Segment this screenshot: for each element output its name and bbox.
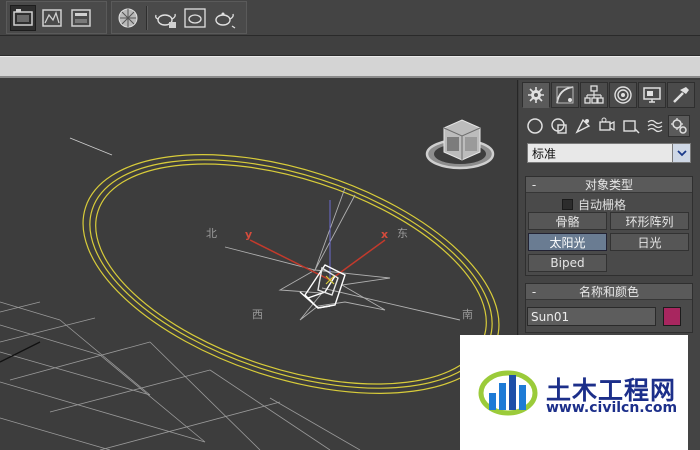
viewport-scene xyxy=(0,119,500,450)
environment-icon[interactable] xyxy=(115,5,141,31)
shapes-icon[interactable] xyxy=(548,115,570,137)
autogrid-checkbox[interactable] xyxy=(562,199,573,210)
geometry-icon[interactable] xyxy=(524,115,546,137)
biped-button[interactable]: Biped xyxy=(528,254,607,272)
helpers-icon[interactable] xyxy=(620,115,642,137)
material-editor-icon[interactable] xyxy=(39,5,65,31)
object-type-header[interactable]: - 对象类型 xyxy=(526,177,692,193)
command-panel-tabs xyxy=(522,82,698,108)
scene-toolbar-group xyxy=(111,1,247,34)
compass-east-label: 东 xyxy=(397,227,408,240)
compass-star xyxy=(224,187,461,321)
object-color-swatch[interactable] xyxy=(663,307,681,326)
ribbon-bar xyxy=(0,56,700,78)
collapse-icon[interactable]: - xyxy=(526,178,542,192)
object-categories xyxy=(524,115,696,137)
category-dropdown[interactable]: 标准 xyxy=(527,143,691,163)
sun-light-object xyxy=(299,264,346,309)
y-axis-line xyxy=(249,239,331,281)
ring-tick xyxy=(69,137,113,156)
render-active-icon[interactable] xyxy=(211,5,237,31)
grid-axis-line xyxy=(0,341,41,363)
sunlight-button[interactable]: 太阳光 xyxy=(528,233,607,251)
toolbar-strip xyxy=(0,36,700,56)
cameras-icon[interactable] xyxy=(596,115,618,137)
chevron-down-icon[interactable] xyxy=(672,144,690,162)
main-toolbar xyxy=(0,0,700,36)
name-color-header[interactable]: - 名称和颜色 xyxy=(526,284,692,300)
y-axis-label: y xyxy=(245,228,253,241)
render-toolbar-group xyxy=(6,1,107,34)
object-name-input[interactable]: Sun01 xyxy=(527,307,656,326)
create-tab-icon[interactable] xyxy=(522,82,550,108)
ring-array-button[interactable]: 环形阵列 xyxy=(610,212,689,230)
systems-icon[interactable] xyxy=(668,115,690,137)
modify-tab-icon[interactable] xyxy=(551,82,579,108)
render-iterative-icon[interactable] xyxy=(182,5,208,31)
autogrid-label: 自动栅格 xyxy=(578,198,627,212)
autogrid-row[interactable]: 自动栅格 xyxy=(562,196,626,213)
render-frame-icon[interactable] xyxy=(68,5,94,31)
site-watermark: 土木工程网 www.civilcn.com xyxy=(460,335,688,450)
category-dropdown-value: 标准 xyxy=(532,146,557,161)
spacewarps-icon[interactable] xyxy=(644,115,666,137)
hierarchy-tab-icon[interactable] xyxy=(580,82,608,108)
app-window: 北 东 南 西 y x 标准 - 对象类型 自动栅格 骨骼 环形阵列 太阳光 日… xyxy=(0,0,700,450)
toolbar-separator xyxy=(146,5,148,30)
name-color-title: 名称和颜色 xyxy=(578,285,639,299)
utilities-tab-icon[interactable] xyxy=(667,82,695,108)
view-cube[interactable] xyxy=(425,119,495,170)
compass-south-label: 南 xyxy=(462,308,473,321)
render-teapot-icon[interactable] xyxy=(153,5,179,31)
perspective-viewport[interactable]: 北 东 南 西 y x xyxy=(0,80,518,450)
daylight-button[interactable]: 日光 xyxy=(610,233,689,251)
compass-west-label: 西 xyxy=(252,308,263,321)
display-tab-icon[interactable] xyxy=(638,82,666,108)
compass-north-label: 北 xyxy=(206,227,217,240)
collapse-icon[interactable]: - xyxy=(526,285,542,299)
bones-button[interactable]: 骨骼 xyxy=(528,212,607,230)
render-setup-icon[interactable] xyxy=(10,4,36,31)
x-axis-line xyxy=(329,239,386,281)
lights-icon[interactable] xyxy=(572,115,594,137)
motion-tab-icon[interactable] xyxy=(609,82,637,108)
watermark-url: www.civilcn.com xyxy=(546,400,678,416)
x-axis-label: x xyxy=(381,228,389,241)
object-type-title: 对象类型 xyxy=(584,178,633,192)
